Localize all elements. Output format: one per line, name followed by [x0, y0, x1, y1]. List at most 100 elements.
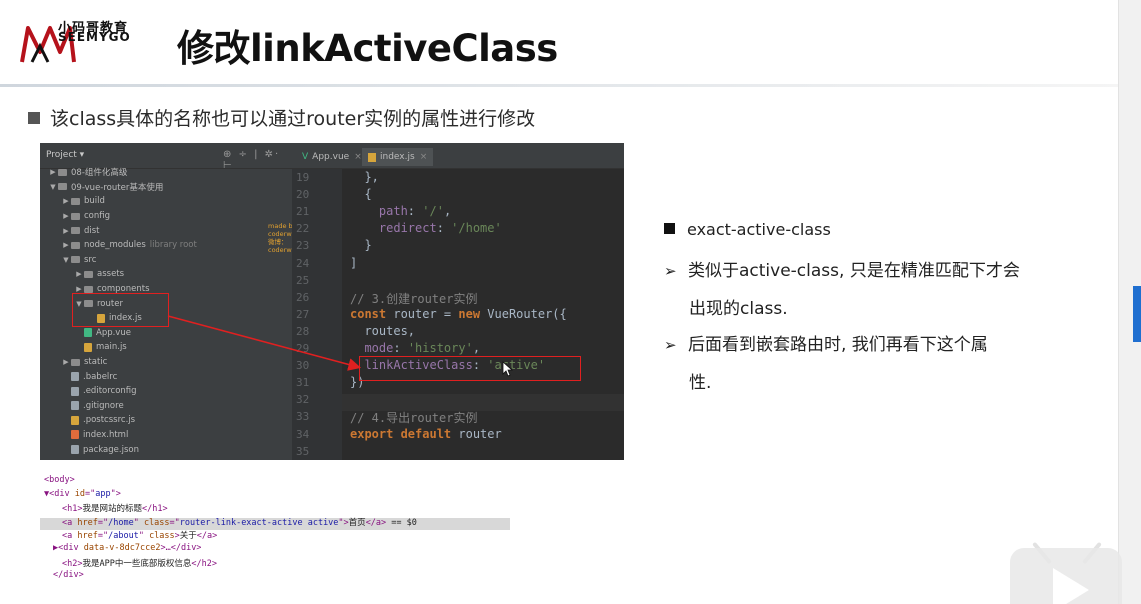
right-item-1-cont: 出现的class.: [689, 294, 788, 319]
slide-header: 小码哥教育 SEEMYGO 修改linkActiveClass: [0, 0, 1141, 84]
tree-item[interactable]: .gitignore: [40, 399, 292, 414]
dom-token: <body>: [44, 475, 75, 485]
tree-item-label: index.html: [83, 429, 129, 440]
dom-token: class: [143, 517, 170, 528]
code-token: new: [458, 306, 481, 321]
scroll-thumb[interactable]: [1133, 286, 1141, 342]
chevron-down-icon[interactable]: ▼: [61, 256, 71, 264]
line-gutter: 19 20 21 22 23 24 25 26 27 28 29 30 31 32 33 34 35: [292, 169, 342, 460]
line-number: 26: [296, 290, 310, 304]
code-token: },: [350, 170, 379, 184]
line-number: 28: [296, 324, 310, 338]
tree-item[interactable]: ▼ src: [40, 253, 292, 268]
dom-line[interactable]: <a href="/home" class="router-link-exact…: [62, 516, 417, 528]
tree-item[interactable]: ▶ node_modules library root: [40, 238, 292, 253]
dom-token: </h1>: [142, 504, 168, 515]
tab-index-js[interactable]: index.js ×: [362, 148, 434, 166]
chevron-right-icon[interactable]: ▶: [61, 358, 71, 366]
tree-item[interactable]: ▶ config: [40, 209, 292, 224]
right-item-2-cont: 性.: [689, 368, 711, 393]
chevron-right-icon[interactable]: ▶: [48, 168, 58, 176]
tree-item-label: App.vue: [96, 327, 131, 338]
code-line: // 4.导出router实例: [350, 409, 477, 426]
line-number: 35: [296, 444, 310, 458]
chevron-right-icon[interactable]: ▶: [61, 212, 71, 220]
tree-item[interactable]: index.html: [40, 428, 292, 443]
code-token: '/home': [451, 221, 502, 236]
dom-token: app: [95, 488, 111, 499]
dom-token: </div>: [53, 570, 84, 581]
code-token: :: [436, 221, 452, 236]
tree-item[interactable]: ▼ 09-vue-router基本使用: [40, 180, 292, 195]
code-token: redirect: [350, 221, 437, 236]
dom-token: 我是APP中一些底部版权信息: [82, 558, 192, 569]
tree-item[interactable]: .editorconfig: [40, 384, 292, 399]
tree-item[interactable]: .postcssrc.js: [40, 413, 292, 428]
chevron-right-icon[interactable]: ▶: [74, 285, 84, 293]
line-number: 31: [296, 376, 310, 390]
dom-line[interactable]: <a href="/about" class>关于</a>: [62, 529, 217, 541]
dom-line[interactable]: ▼<div id="app">: [44, 489, 121, 499]
close-icon[interactable]: ×: [354, 152, 362, 162]
line-number: 20: [296, 188, 310, 202]
dom-token: 关于: [179, 531, 197, 542]
code-token: 'history': [407, 341, 473, 355]
editor-tabs: V App.vue × index.js ×: [292, 143, 624, 169]
tree-item[interactable]: ▶ assets: [40, 267, 292, 282]
code-line: ]: [350, 256, 357, 270]
dom-token: ": [133, 517, 144, 528]
tree-item[interactable]: App.vue: [40, 326, 292, 341]
dom-token: ▶<div: [53, 543, 84, 553]
folder-icon: [71, 197, 80, 205]
dom-token: <a: [62, 531, 78, 542]
code-token: :: [393, 341, 408, 355]
dom-token: ": [138, 531, 150, 542]
code-line: redirect: '/home': [350, 221, 502, 235]
chevron-down-icon[interactable]: ▼: [48, 183, 58, 191]
chevron-right-icon[interactable]: ▶: [74, 270, 84, 278]
dom-token: =": [97, 517, 109, 528]
dom-token: ">: [338, 517, 349, 528]
code-line: // 3.创建router实例: [350, 290, 477, 307]
dom-token: <a: [62, 517, 78, 528]
folder-icon: [58, 183, 67, 191]
code-editor: V App.vue × index.js × 19 20 21 22 23 24 25 26 2…: [292, 143, 624, 460]
tree-item[interactable]: ▶ build: [40, 194, 292, 209]
tree-item-label: 09-vue-router基本使用: [71, 182, 164, 193]
chevron-right-icon[interactable]: ▶: [61, 241, 71, 249]
dom-line[interactable]: <h2>我是APP中一些底部版权信息</h2>: [62, 557, 217, 569]
code-token: mode: [350, 341, 394, 355]
tab-app-vue[interactable]: V App.vue ×: [296, 148, 368, 166]
line-number: 27: [296, 307, 310, 321]
close-icon[interactable]: ×: [420, 152, 428, 162]
file-icon: [84, 342, 92, 352]
linkactiveclass-highlight: [359, 356, 581, 381]
tab-label: index.js: [380, 152, 415, 162]
tree-item-label: .babelrc: [83, 371, 118, 382]
dom-line[interactable]: ▶<div data-v-8dc7cce2>…</div>: [53, 543, 201, 553]
tree-item[interactable]: main.js: [40, 340, 292, 355]
tree-item[interactable]: ▶ dist: [40, 223, 292, 238]
dom-line[interactable]: </div>: [53, 570, 84, 580]
line-number: 29: [296, 342, 310, 355]
file-icon: [71, 401, 79, 411]
line-number: 30: [296, 359, 310, 373]
tree-item[interactable]: ▶ static: [40, 355, 292, 370]
code-token: ]: [350, 255, 358, 270]
dom-token: </a>: [365, 517, 387, 528]
tree-item[interactable]: ▶ 08-组件化高级: [40, 165, 292, 180]
file-icon: [84, 328, 92, 338]
line-number: 25: [296, 273, 310, 287]
project-label[interactable]: Project ▾: [46, 150, 84, 160]
chevron-right-icon[interactable]: ▶: [61, 197, 71, 205]
chevron-right-icon: ➢: [664, 336, 677, 354]
chevron-right-icon[interactable]: ▶: [61, 227, 71, 235]
play-icon[interactable]: [1053, 568, 1089, 604]
tree-item-label: node_modules: [84, 240, 146, 251]
dom-line[interactable]: <body>: [44, 475, 75, 485]
dom-line[interactable]: <h1>我是网站的标题</h1>: [62, 502, 168, 514]
tree-item-label: .gitignore: [83, 400, 124, 411]
tree-item[interactable]: package.json: [40, 442, 292, 457]
tree-item[interactable]: .babelrc: [40, 369, 292, 384]
tree-item-label: build: [84, 196, 105, 207]
